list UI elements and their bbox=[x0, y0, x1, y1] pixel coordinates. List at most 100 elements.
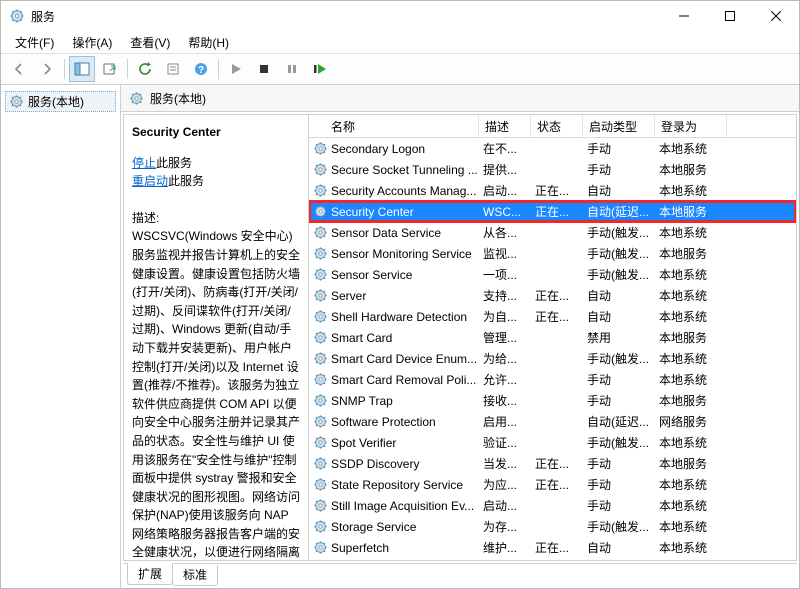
service-row[interactable]: Sensor Service一项...手动(触发...本地系统 bbox=[309, 264, 796, 285]
tab-extended[interactable]: 扩展 bbox=[127, 563, 173, 585]
menu-help[interactable]: 帮助(H) bbox=[180, 32, 237, 53]
service-row[interactable]: State Repository Service为应...正在...手动本地系统 bbox=[309, 474, 796, 495]
service-row[interactable]: Security Accounts Manag...启动...正在...自动本地… bbox=[309, 180, 796, 201]
col-header-name[interactable]: 名称 bbox=[309, 115, 479, 137]
service-startup: 手动(触发... bbox=[583, 434, 655, 451]
gear-icon bbox=[313, 456, 328, 471]
service-row[interactable]: Spot Verifier验证...手动(触发...本地系统 bbox=[309, 432, 796, 453]
service-startup: 手动(触发... bbox=[583, 245, 655, 262]
menu-view[interactable]: 查看(V) bbox=[122, 32, 178, 53]
service-row[interactable]: Smart Card Removal Poli...允许...手动本地系统 bbox=[309, 369, 796, 390]
tree-pane[interactable]: 服务(本地) bbox=[1, 85, 121, 588]
stop-service-button[interactable] bbox=[251, 56, 277, 82]
service-row[interactable]: Smart Card管理...禁用本地服务 bbox=[309, 327, 796, 348]
service-row[interactable]: Superfetch维护...正在...自动本地系统 bbox=[309, 537, 796, 558]
service-logon: 本地服务 bbox=[655, 329, 727, 346]
service-row[interactable]: Sensor Monitoring Service监视...手动(触发...本地… bbox=[309, 243, 796, 264]
service-logon: 本地系统 bbox=[655, 350, 727, 367]
list-body[interactable]: Secondary Logon在不...手动本地系统Secure Socket … bbox=[309, 138, 796, 560]
service-startup: 自动(延迟... bbox=[583, 413, 655, 430]
service-startup: 自动 bbox=[583, 539, 655, 556]
properties-icon bbox=[166, 62, 180, 76]
service-row[interactable]: Smart Card Device Enum...为给...手动(触发...本地… bbox=[309, 348, 796, 369]
service-name: Shell Hardware Detection bbox=[331, 310, 467, 324]
window-title: 服务 bbox=[31, 8, 55, 25]
service-name: Spot Verifier bbox=[331, 436, 396, 450]
service-logon: 本地系统 bbox=[655, 308, 727, 325]
restart-link[interactable]: 重启动 bbox=[132, 174, 168, 188]
description-label: 描述: bbox=[132, 209, 300, 228]
gear-icon bbox=[313, 477, 328, 492]
restart-service-button[interactable] bbox=[307, 56, 333, 82]
service-row[interactable]: Security CenterWSC...正在...自动(延迟...本地服务 bbox=[309, 201, 796, 222]
tree-node-services-local[interactable]: 服务(本地) bbox=[5, 91, 116, 112]
service-desc: 监视... bbox=[479, 245, 531, 262]
menu-action[interactable]: 操作(A) bbox=[64, 32, 120, 53]
maximize-button[interactable] bbox=[707, 1, 753, 31]
service-startup: 手动(触发... bbox=[583, 266, 655, 283]
help-button[interactable]: ? bbox=[188, 56, 214, 82]
service-desc: 启动... bbox=[479, 182, 531, 199]
service-desc: 管理... bbox=[479, 329, 531, 346]
service-row[interactable]: Server支持...正在...自动本地系统 bbox=[309, 285, 796, 306]
close-button[interactable] bbox=[753, 1, 799, 31]
refresh-button[interactable] bbox=[132, 56, 158, 82]
service-row[interactable]: Secure Socket Tunneling ...提供...手动本地服务 bbox=[309, 159, 796, 180]
service-logon: 本地系统 bbox=[655, 476, 727, 493]
service-desc: 接收... bbox=[479, 392, 531, 409]
service-logon: 本地系统 bbox=[655, 539, 727, 556]
service-desc: 从各... bbox=[479, 224, 531, 241]
service-row[interactable]: Secondary Logon在不...手动本地系统 bbox=[309, 138, 796, 159]
service-row[interactable]: Storage Service为存...手动(触发...本地系统 bbox=[309, 516, 796, 537]
titlebar: 服务 bbox=[1, 1, 799, 31]
service-startup: 手动 bbox=[583, 497, 655, 514]
minimize-icon bbox=[679, 11, 689, 21]
service-desc: 为存... bbox=[479, 518, 531, 535]
pause-service-button[interactable] bbox=[279, 56, 305, 82]
service-desc: 维护... bbox=[479, 539, 531, 556]
service-row[interactable]: Sensor Data Service从各...手动(触发...本地系统 bbox=[309, 222, 796, 243]
service-row[interactable]: Still Image Acquisition Ev...启动...手动本地系统 bbox=[309, 495, 796, 516]
gear-icon bbox=[313, 330, 328, 345]
list-header: 名称 描述 状态 启动类型 登录为 bbox=[309, 115, 796, 138]
service-startup: 手动(触发... bbox=[583, 518, 655, 535]
service-desc: 支持... bbox=[479, 287, 531, 304]
tree-node-label: 服务(本地) bbox=[28, 93, 84, 110]
service-name: Smart Card Device Enum... bbox=[331, 352, 477, 366]
properties-button[interactable] bbox=[160, 56, 186, 82]
col-header-logon[interactable]: 登录为 bbox=[655, 115, 727, 137]
export-list-button[interactable] bbox=[97, 56, 123, 82]
service-row[interactable]: Shell Hardware Detection为自...正在...自动本地系统 bbox=[309, 306, 796, 327]
show-hide-tree-button[interactable] bbox=[69, 56, 95, 82]
gear-icon bbox=[313, 162, 328, 177]
service-name: Storage Service bbox=[331, 520, 416, 534]
service-row[interactable]: SNMP Trap接收...手动本地服务 bbox=[309, 390, 796, 411]
service-desc: 启动... bbox=[479, 497, 531, 514]
col-header-desc[interactable]: 描述 bbox=[479, 115, 531, 137]
right-content: Security Center 停止此服务 重启动此服务 描述: WSCSVC(… bbox=[123, 114, 797, 561]
service-desc: 提供... bbox=[479, 161, 531, 178]
forward-button[interactable] bbox=[34, 56, 60, 82]
gear-icon bbox=[313, 414, 328, 429]
tab-standard[interactable]: 标准 bbox=[172, 565, 218, 586]
forward-icon bbox=[40, 62, 54, 76]
back-button[interactable] bbox=[6, 56, 32, 82]
service-desc: WSC... bbox=[479, 205, 531, 219]
col-header-startup[interactable]: 启动类型 bbox=[583, 115, 655, 137]
service-startup: 禁用 bbox=[583, 329, 655, 346]
service-status: 正在... bbox=[531, 182, 583, 199]
service-name: Sensor Monitoring Service bbox=[331, 247, 472, 261]
minimize-button[interactable] bbox=[661, 1, 707, 31]
menu-file[interactable]: 文件(F) bbox=[7, 32, 62, 53]
svg-text:?: ? bbox=[198, 65, 204, 76]
service-row[interactable]: Software Protection启用...自动(延迟...网络服务 bbox=[309, 411, 796, 432]
service-logon: 本地系统 bbox=[655, 140, 727, 157]
stop-link[interactable]: 停止 bbox=[132, 156, 156, 170]
start-service-button[interactable] bbox=[223, 56, 249, 82]
service-desc: 允许... bbox=[479, 371, 531, 388]
col-header-status[interactable]: 状态 bbox=[531, 115, 583, 137]
gear-icon bbox=[313, 225, 328, 240]
service-row[interactable]: SSDP Discovery当发...正在...手动本地服务 bbox=[309, 453, 796, 474]
back-icon bbox=[12, 62, 26, 76]
service-name: SSDP Discovery bbox=[331, 457, 419, 471]
